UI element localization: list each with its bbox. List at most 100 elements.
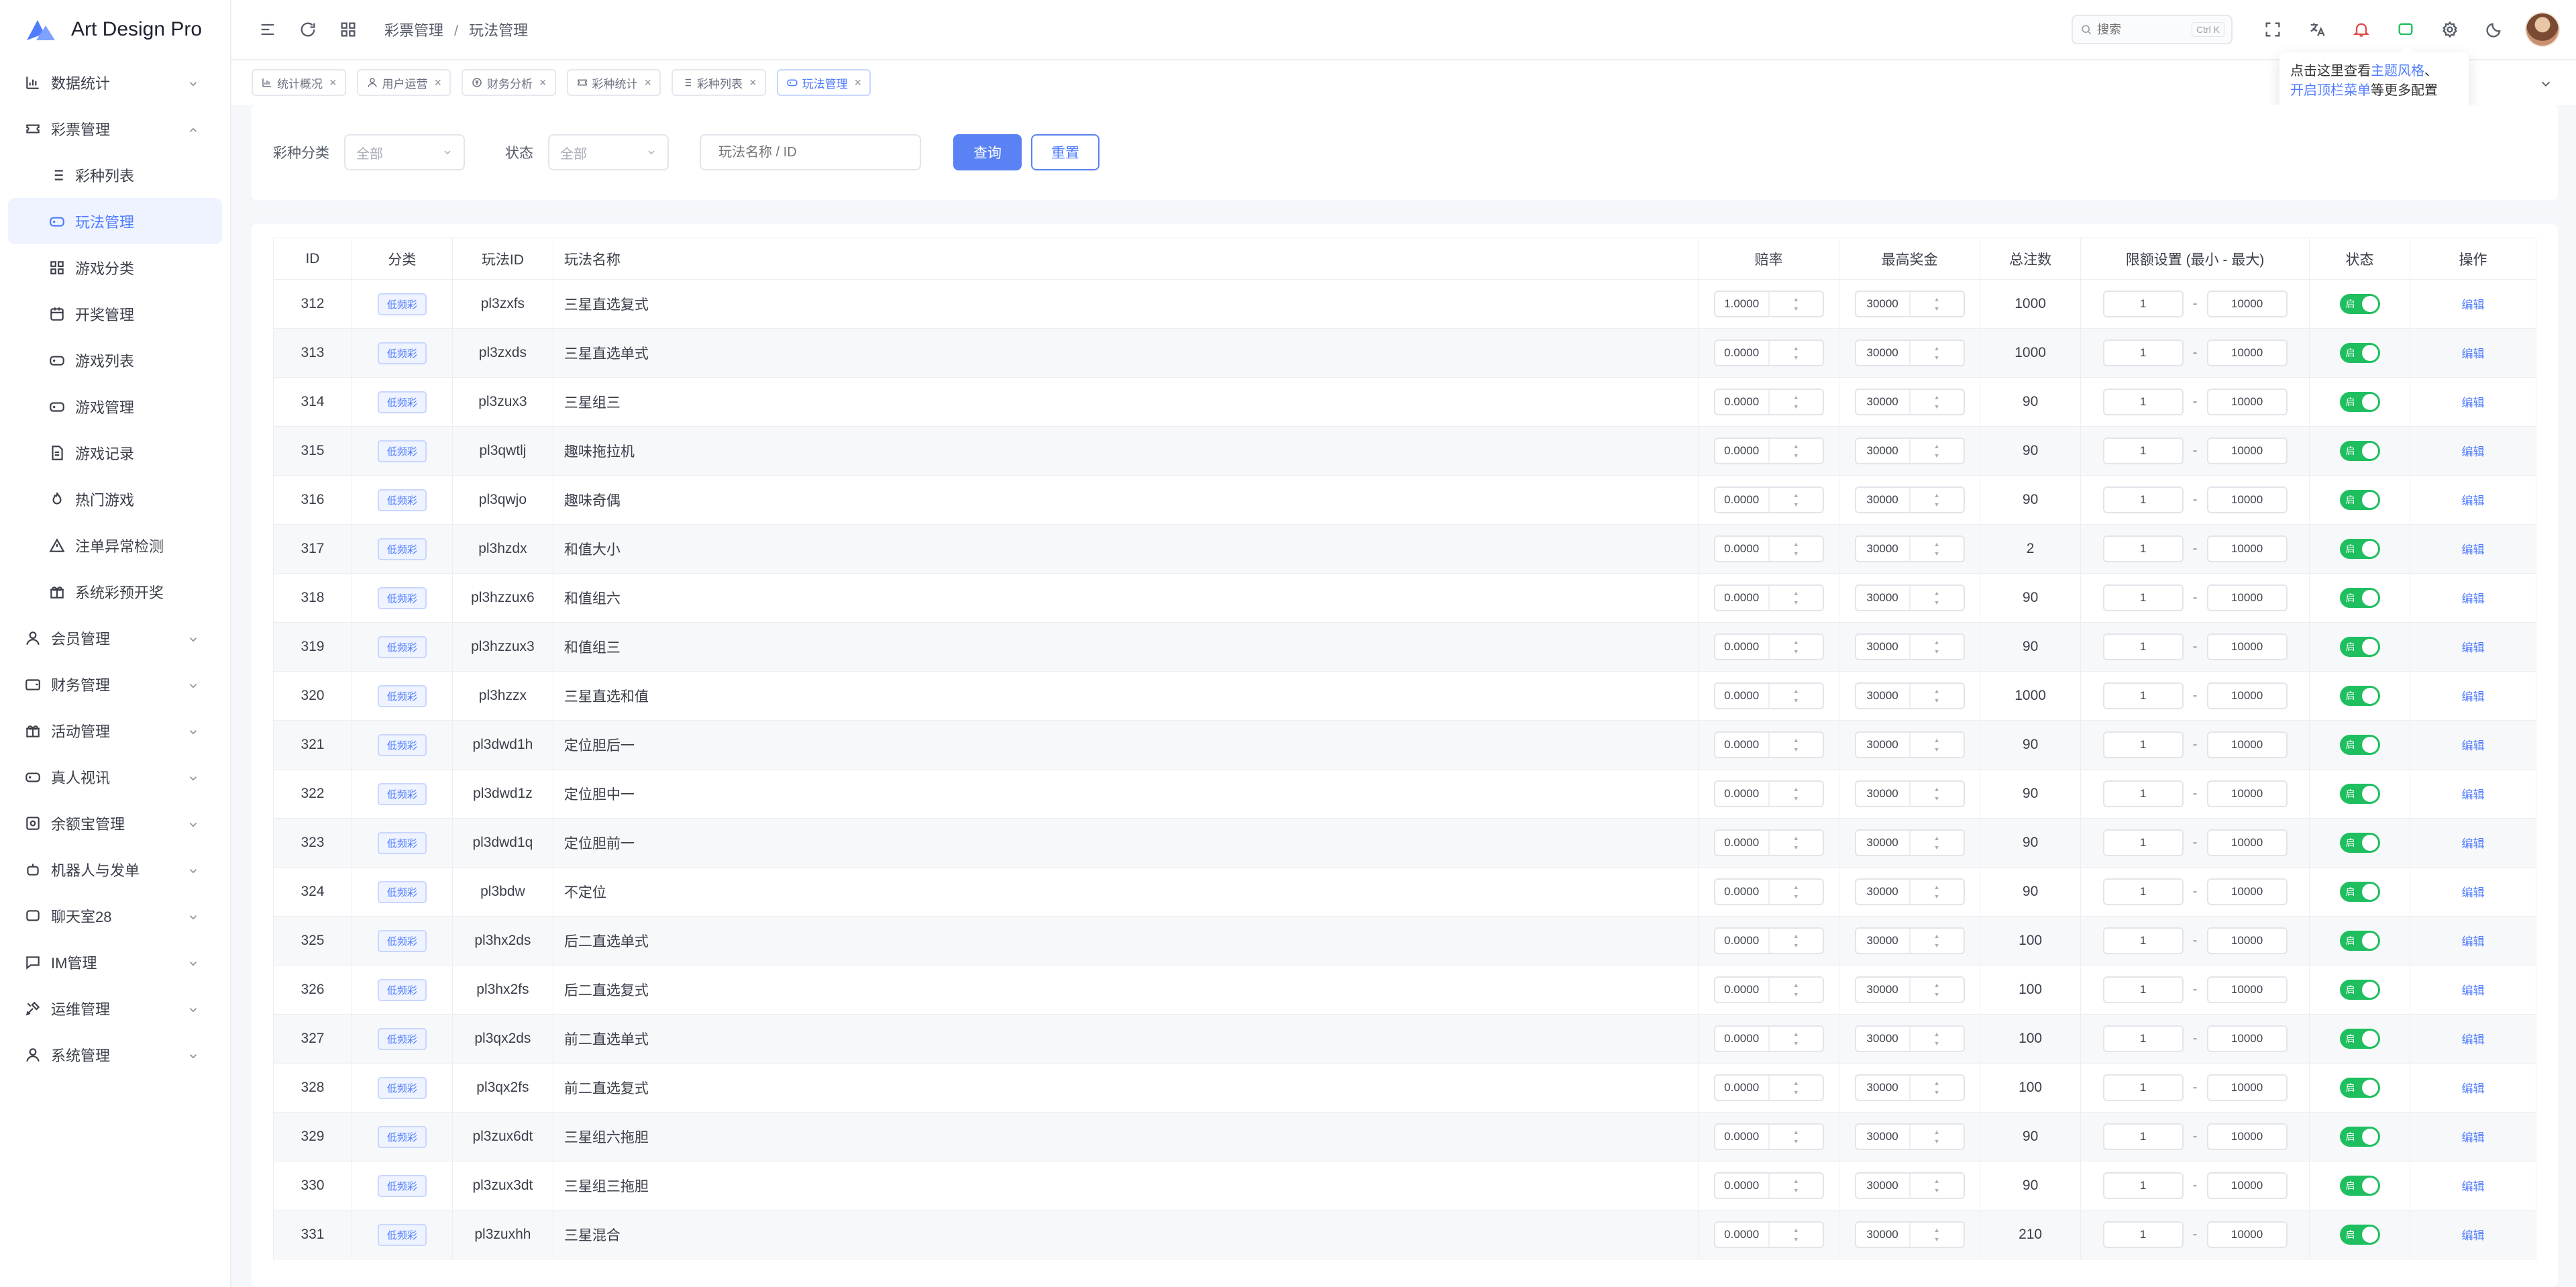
max-prize-stepper[interactable]: 30000 ▲ ▼ (1854, 682, 1965, 709)
stepper-arrows-icon[interactable]: ▲ ▼ (1909, 439, 1964, 463)
status-switch[interactable]: 启 (2339, 637, 2380, 657)
edit-link[interactable]: 编辑 (2461, 544, 2484, 556)
sidebar-item[interactable]: 系统管理 (8, 1031, 222, 1078)
sidebar-item[interactable]: 真人视讯 (8, 754, 222, 800)
apps-grid-icon[interactable] (335, 16, 362, 43)
max-limit-input[interactable]: 10000 (2206, 976, 2288, 1003)
min-limit-input[interactable]: 1 (2102, 1074, 2184, 1101)
min-limit-input[interactable]: 1 (2102, 291, 2184, 317)
min-limit-input[interactable]: 1 (2102, 1221, 2184, 1248)
edit-link[interactable]: 编辑 (2461, 348, 2484, 360)
odds-stepper[interactable]: 0.0000 ▲ ▼ (1713, 437, 1824, 464)
sidebar-item[interactable]: 财务管理 (8, 661, 222, 707)
edit-link[interactable]: 编辑 (2461, 641, 2484, 654)
min-limit-input[interactable]: 1 (2102, 780, 2184, 807)
odds-stepper[interactable]: 0.0000 ▲ ▼ (1713, 682, 1824, 709)
tab[interactable]: 彩种统计 × (566, 69, 661, 96)
stepper-arrows-icon[interactable]: ▲ ▼ (1768, 1027, 1823, 1051)
edit-link[interactable]: 编辑 (2461, 1033, 2484, 1046)
close-icon[interactable]: × (855, 76, 862, 90)
stepper-arrows-icon[interactable]: ▲ ▼ (1768, 1174, 1823, 1198)
sidebar-item[interactable]: 彩种列表 (8, 152, 222, 198)
stepper-arrows-icon[interactable]: ▲ ▼ (1768, 1076, 1823, 1100)
max-prize-stepper[interactable]: 30000 ▲ ▼ (1854, 291, 1965, 317)
stepper-arrows-icon[interactable]: ▲ ▼ (1909, 880, 1964, 904)
stepper-arrows-icon[interactable]: ▲ ▼ (1768, 635, 1823, 659)
odds-stepper[interactable]: 0.0000 ▲ ▼ (1713, 1074, 1824, 1101)
stepper-arrows-icon[interactable]: ▲ ▼ (1909, 1223, 1964, 1247)
max-limit-input[interactable]: 10000 (2206, 535, 2288, 562)
max-prize-stepper[interactable]: 30000 ▲ ▼ (1854, 1074, 1965, 1101)
status-switch[interactable]: 启 (2339, 1029, 2380, 1049)
edit-link[interactable]: 编辑 (2461, 1131, 2484, 1144)
sidebar-item[interactable]: 注单异常检测 (8, 522, 222, 568)
status-select[interactable]: 全部 (548, 134, 669, 170)
tab[interactable]: 玩法管理 × (776, 69, 871, 96)
status-switch[interactable]: 启 (2339, 1127, 2380, 1147)
stepper-arrows-icon[interactable]: ▲ ▼ (1909, 1076, 1964, 1100)
sidebar-item[interactable]: 系统彩预开奖 (8, 568, 222, 615)
status-switch[interactable]: 启 (2339, 784, 2380, 804)
max-limit-input[interactable]: 10000 (2206, 1074, 2288, 1101)
sidebar-item[interactable]: 彩票管理 (8, 105, 222, 152)
stepper-arrows-icon[interactable]: ▲ ▼ (1768, 733, 1823, 757)
close-icon[interactable]: × (645, 76, 652, 90)
search-input[interactable] (2097, 22, 2192, 37)
max-prize-stepper[interactable]: 30000 ▲ ▼ (1854, 486, 1965, 513)
max-prize-stepper[interactable]: 30000 ▲ ▼ (1854, 633, 1965, 660)
close-icon[interactable]: × (435, 76, 442, 90)
status-switch[interactable]: 启 (2339, 980, 2380, 1000)
odds-stepper[interactable]: 0.0000 ▲ ▼ (1713, 780, 1824, 807)
stepper-arrows-icon[interactable]: ▲ ▼ (1768, 586, 1823, 610)
max-prize-stepper[interactable]: 30000 ▲ ▼ (1854, 731, 1965, 758)
close-icon[interactable]: × (749, 76, 757, 90)
max-limit-input[interactable]: 10000 (2206, 1221, 2288, 1248)
edit-link[interactable]: 编辑 (2461, 935, 2484, 948)
stepper-arrows-icon[interactable]: ▲ ▼ (1768, 292, 1823, 316)
min-limit-input[interactable]: 1 (2102, 1172, 2184, 1199)
status-switch[interactable]: 启 (2339, 490, 2380, 510)
status-switch[interactable]: 启 (2339, 392, 2380, 412)
max-prize-stepper[interactable]: 30000 ▲ ▼ (1854, 1025, 1965, 1052)
min-limit-input[interactable]: 1 (2102, 731, 2184, 758)
status-switch[interactable]: 启 (2339, 1078, 2380, 1098)
max-prize-stepper[interactable]: 30000 ▲ ▼ (1854, 976, 1965, 1003)
max-limit-input[interactable]: 10000 (2206, 389, 2288, 415)
tab[interactable]: 统计概况 × (252, 69, 346, 96)
sidebar-item[interactable]: 数据统计 (8, 59, 222, 105)
status-switch[interactable]: 启 (2339, 1225, 2380, 1245)
min-limit-input[interactable]: 1 (2102, 1123, 2184, 1150)
stepper-arrows-icon[interactable]: ▲ ▼ (1909, 1174, 1964, 1198)
max-limit-input[interactable]: 10000 (2206, 633, 2288, 660)
min-limit-input[interactable]: 1 (2102, 340, 2184, 366)
odds-stepper[interactable]: 0.0000 ▲ ▼ (1713, 486, 1824, 513)
odds-stepper[interactable]: 0.0000 ▲ ▼ (1713, 878, 1824, 905)
stepper-arrows-icon[interactable]: ▲ ▼ (1768, 880, 1823, 904)
max-limit-input[interactable]: 10000 (2206, 927, 2288, 954)
tabs-more-chevron-icon[interactable] (2538, 76, 2553, 91)
max-prize-stepper[interactable]: 30000 ▲ ▼ (1854, 584, 1965, 611)
keyword-input[interactable] (700, 134, 921, 170)
stepper-arrows-icon[interactable]: ▲ ▼ (1768, 488, 1823, 512)
odds-stepper[interactable]: 0.0000 ▲ ▼ (1713, 1123, 1824, 1150)
status-switch[interactable]: 启 (2339, 735, 2380, 755)
max-limit-input[interactable]: 10000 (2206, 486, 2288, 513)
max-limit-input[interactable]: 10000 (2206, 829, 2288, 856)
odds-stepper[interactable]: 0.0000 ▲ ▼ (1713, 927, 1824, 954)
stepper-arrows-icon[interactable]: ▲ ▼ (1768, 929, 1823, 953)
sidebar-item[interactable]: 活动管理 (8, 707, 222, 754)
min-limit-input[interactable]: 1 (2102, 682, 2184, 709)
fullscreen-icon[interactable] (2259, 16, 2286, 43)
stepper-arrows-icon[interactable]: ▲ ▼ (1909, 782, 1964, 806)
stepper-arrows-icon[interactable]: ▲ ▼ (1909, 635, 1964, 659)
min-limit-input[interactable]: 1 (2102, 976, 2184, 1003)
sidebar-item[interactable]: 游戏列表 (8, 337, 222, 383)
odds-stepper[interactable]: 0.0000 ▲ ▼ (1713, 1025, 1824, 1052)
status-switch[interactable]: 启 (2339, 1176, 2380, 1196)
refresh-icon[interactable] (294, 16, 321, 43)
max-limit-input[interactable]: 10000 (2206, 731, 2288, 758)
max-limit-input[interactable]: 10000 (2206, 682, 2288, 709)
min-limit-input[interactable]: 1 (2102, 389, 2184, 415)
max-limit-input[interactable]: 10000 (2206, 291, 2288, 317)
sidebar-item[interactable]: 玩法管理 (8, 198, 222, 244)
